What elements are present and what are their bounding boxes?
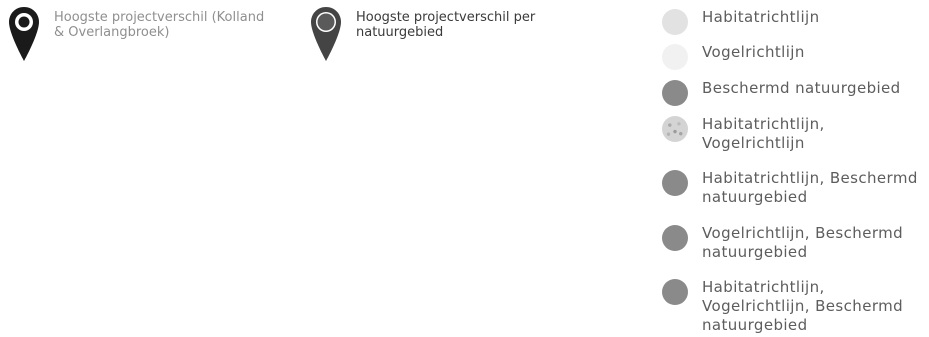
legend-item-habitat-vogel: Habitatrichtlijn, Vogelrichtlijn — [662, 115, 825, 153]
pin-legend-item-kolland: Hoogste projectverschil (Kolland & Overl… — [8, 6, 264, 62]
legend-label: Habitatrichtlijn, Beschermd natuurgebied — [702, 169, 918, 206]
legend-item-vogelrichtlijn: Vogelrichtlijn — [662, 43, 805, 70]
legend-item-beschermd-natuurgebied: Beschermd natuurgebied — [662, 79, 901, 106]
legend-swatch — [662, 9, 688, 35]
legend-label: Habitatrichtlijn, Vogelrichtlijn, Besche… — [702, 278, 904, 334]
legend-swatch — [662, 225, 688, 251]
legend-swatch — [662, 116, 688, 142]
legend-item-vogel-beschermd: Vogelrichtlijn, Beschermd natuurgebied — [662, 224, 903, 262]
legend-label: Habitatrichtlijn — [702, 8, 820, 26]
legend-item-habitatrichtlijn: Habitatrichtlijn — [662, 8, 820, 35]
legend-label: Habitatrichtlijn, Vogelrichtlijn — [702, 115, 825, 152]
legend-item-habitat-beschermd: Habitatrichtlijn, Beschermd natuurgebied — [662, 169, 918, 207]
map-pin-ring-icon — [9, 7, 39, 61]
legend-label: Vogelrichtlijn, Beschermd natuurgebied — [702, 224, 904, 261]
pin-legend-label: Hoogste projectverschil per natuurgebied — [356, 10, 536, 40]
legend-swatch — [662, 170, 688, 196]
legend-label: Beschermd natuurgebied — [702, 79, 901, 97]
legend-swatch — [662, 279, 688, 305]
legend-swatch — [662, 44, 688, 70]
pin-legend-item-natuurgebied: Hoogste projectverschil per natuurgebied — [310, 6, 535, 62]
legend-label: Vogelrichtlijn — [702, 43, 805, 61]
legend-item-habitat-vogel-beschermd: Habitatrichtlijn, Vogelrichtlijn, Besche… — [662, 278, 903, 335]
map-pin-filled-icon — [311, 7, 341, 61]
pin-legend-label: Hoogste projectverschil (Kolland & Overl… — [54, 10, 265, 40]
legend-swatch — [662, 80, 688, 106]
